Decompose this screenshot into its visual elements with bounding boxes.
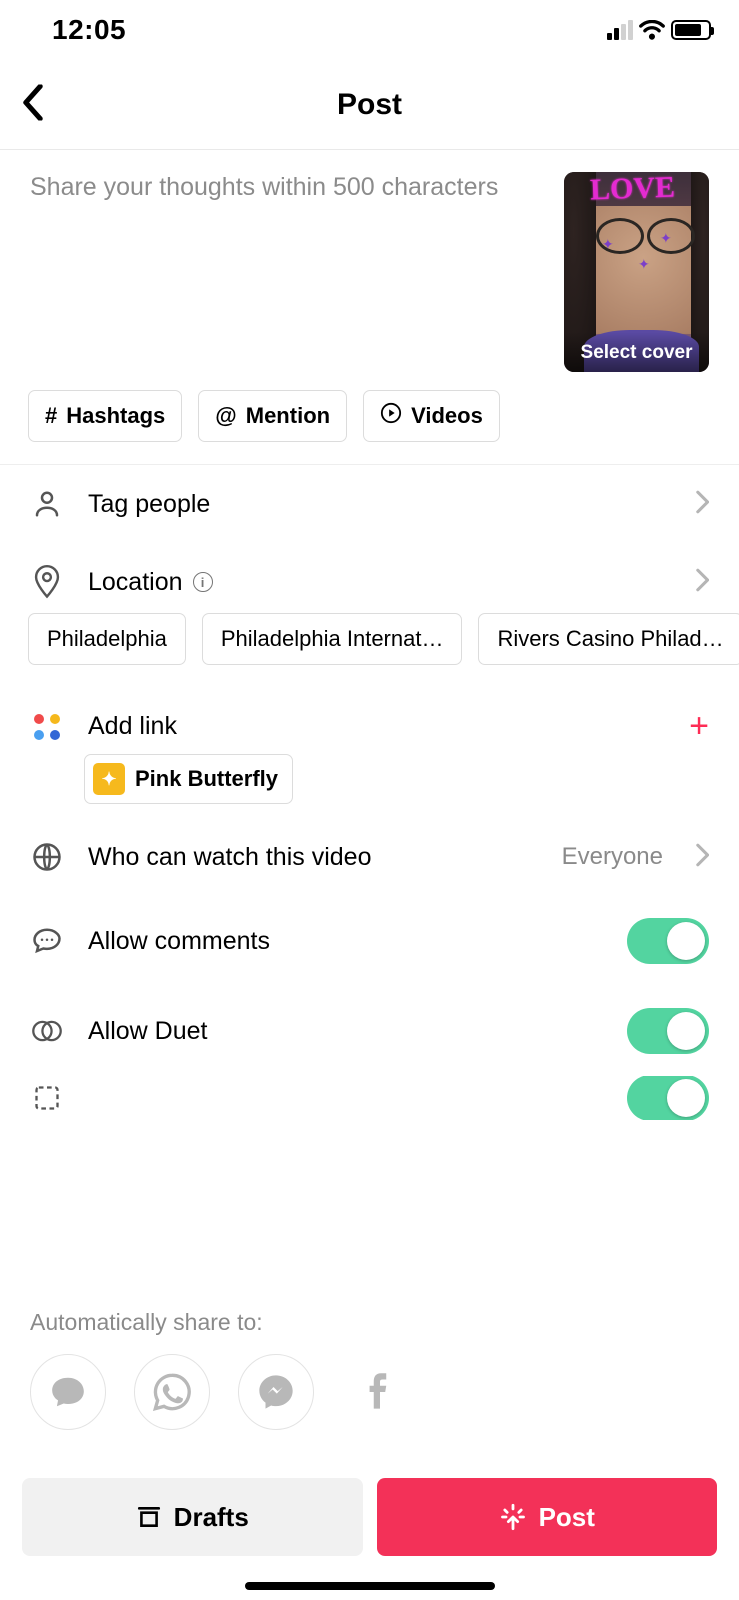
add-link-label: Add link	[88, 712, 665, 741]
videos-label: Videos	[411, 403, 483, 429]
privacy-label: Who can watch this video	[88, 843, 538, 872]
play-circle-icon	[380, 402, 402, 430]
comment-icon	[30, 924, 64, 958]
location-pill[interactable]: Rivers Casino Philad…	[478, 613, 739, 665]
share-facebook-button[interactable]	[342, 1354, 418, 1430]
allow-duet-label: Allow Duet	[88, 1017, 603, 1046]
post-spark-icon	[499, 1503, 527, 1531]
stitch-icon	[30, 1081, 64, 1115]
page-title: Post	[337, 88, 402, 122]
post-label: Post	[539, 1502, 595, 1533]
wifi-icon	[639, 20, 665, 40]
battery-icon	[671, 20, 711, 40]
share-messenger-button[interactable]	[238, 1354, 314, 1430]
location-pill[interactable]: Philadelphia Internat…	[202, 613, 463, 665]
plus-icon[interactable]: +	[689, 707, 709, 746]
share-section: Automatically share to:	[0, 1301, 739, 1430]
status-time: 12:05	[52, 14, 126, 46]
add-link-row[interactable]: Add link +	[0, 689, 739, 760]
cell-signal-icon	[607, 20, 633, 40]
allow-comments-label: Allow comments	[88, 927, 603, 956]
status-indicators	[607, 20, 711, 40]
location-row[interactable]: Location i	[0, 543, 739, 613]
drafts-icon	[136, 1504, 162, 1530]
hash-icon: #	[45, 403, 57, 429]
effect-chip-label: Pink Butterfly	[135, 766, 278, 792]
status-bar: 12:05	[0, 0, 739, 60]
videos-chip[interactable]: Videos	[363, 390, 500, 442]
drafts-label: Drafts	[174, 1502, 249, 1533]
globe-icon	[30, 840, 64, 874]
location-suggestions: Philadelphia Philadelphia Internat… Rive…	[0, 613, 739, 679]
caption-area: Share your thoughts within 500 character…	[0, 150, 739, 390]
cover-thumbnail[interactable]: LOVE ✦ ✦ ✦ Select cover	[564, 172, 709, 372]
share-label: Automatically share to:	[30, 1309, 709, 1336]
chevron-right-icon	[695, 843, 709, 872]
hashtags-chip[interactable]: # Hashtags	[28, 390, 182, 442]
allow-stitch-row	[0, 1076, 739, 1120]
allow-comments-row: Allow comments	[0, 896, 739, 986]
mention-chip[interactable]: @ Mention	[198, 390, 347, 442]
allow-comments-toggle[interactable]	[627, 918, 709, 964]
tag-people-label: Tag people	[88, 490, 671, 519]
info-icon[interactable]: i	[193, 572, 213, 592]
sparkle-icon: ✦	[93, 763, 125, 795]
select-cover-label[interactable]: Select cover	[564, 332, 709, 372]
drafts-button[interactable]: Drafts	[22, 1478, 363, 1556]
allow-duet-row: Allow Duet	[0, 986, 739, 1076]
tag-people-row[interactable]: Tag people	[0, 465, 739, 543]
apps-icon	[30, 710, 64, 744]
chevron-right-icon	[695, 490, 709, 519]
privacy-row[interactable]: Who can watch this video Everyone	[0, 818, 739, 896]
butterfly-icon: ✦	[660, 230, 672, 247]
butterfly-icon: ✦	[602, 236, 614, 253]
location-pin-icon	[30, 565, 64, 599]
header: Post	[0, 60, 739, 150]
bottom-bar: Drafts Post	[0, 1478, 739, 1556]
butterfly-icon: ✦	[638, 256, 650, 273]
share-sms-button[interactable]	[30, 1354, 106, 1430]
post-button[interactable]: Post	[377, 1478, 718, 1556]
hashtags-label: Hashtags	[66, 403, 165, 429]
home-indicator	[245, 1582, 495, 1590]
quick-insert-row: # Hashtags @ Mention Videos	[0, 390, 739, 464]
chevron-right-icon	[695, 568, 709, 597]
location-label: Location i	[88, 568, 671, 597]
mention-label: Mention	[246, 403, 330, 429]
allow-stitch-toggle[interactable]	[627, 1076, 709, 1120]
love-sticker: LOVE	[589, 172, 675, 207]
allow-duet-toggle[interactable]	[627, 1008, 709, 1054]
person-icon	[30, 487, 64, 521]
privacy-value: Everyone	[562, 843, 663, 871]
at-icon: @	[215, 403, 236, 429]
caption-input[interactable]: Share your thoughts within 500 character…	[30, 172, 544, 372]
share-whatsapp-button[interactable]	[134, 1354, 210, 1430]
back-button[interactable]	[22, 84, 44, 125]
duet-icon	[30, 1014, 64, 1048]
location-pill[interactable]: Philadelphia	[28, 613, 186, 665]
effect-chip[interactable]: ✦ Pink Butterfly	[84, 754, 293, 804]
